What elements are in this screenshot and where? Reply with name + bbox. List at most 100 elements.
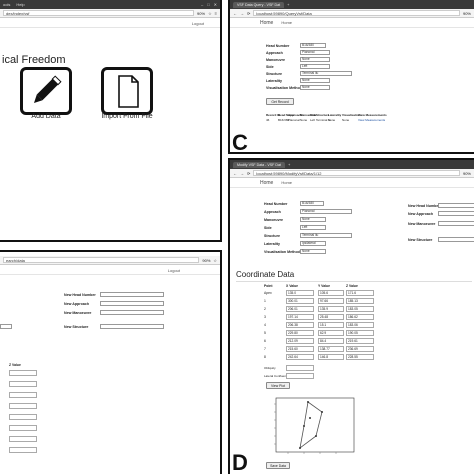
star-icon[interactable]: ☆ [213,258,217,263]
z-value-input[interactable]: 190.05 [346,330,374,336]
x-value-input[interactable]: 206.38 [286,322,314,328]
y-value-input[interactable]: 84.4 [318,338,344,344]
view-measurements-link[interactable]: View Measurements [358,118,385,122]
save-data-button[interactable]: Save Data [266,462,290,469]
y-value-input[interactable]: 138.77 [318,346,344,352]
new-structure-input[interactable] [100,324,164,329]
get-record-button[interactable]: Get Record [266,98,294,105]
field-label: Side [264,226,272,230]
z-value-input[interactable] [9,425,37,431]
forward-icon[interactable]: → [240,171,244,176]
nav-home-link[interactable]: Home [281,20,292,25]
z-value-input[interactable]: 185.13 [346,298,374,304]
field-select[interactable]: Planonal [300,50,330,55]
z-value-input[interactable] [9,403,37,409]
import-file-button[interactable] [101,67,153,115]
field-select[interactable]: B16/380 [300,201,324,206]
x-value-input[interactable]: 212.09 [286,338,314,344]
new-head-number-label: New Head Number [64,293,96,297]
new-field-input[interactable] [438,237,474,242]
x-value-input[interactable]: 229.80 [286,330,314,336]
field-select[interactable]: None [300,217,326,222]
y-value-input[interactable]: 62.9 [318,330,344,336]
reload-icon[interactable]: ⟳ [247,171,250,176]
new-manoeuvre-input[interactable] [100,310,164,315]
x-value-input[interactable]: 242.64 [286,354,314,360]
field-select[interactable]: Left [300,64,330,69]
url-input[interactable]: dex/index/vsf [3,10,195,16]
new-field-input[interactable] [438,211,474,216]
minimize-icon[interactable]: – [201,2,203,7]
z-value-input[interactable]: 183.06 [346,322,374,328]
menu-help[interactable]: Help [16,2,24,7]
extra-input[interactable] [286,373,314,379]
extra-label: Obliquity [264,366,276,370]
new-approach-input[interactable] [100,301,164,306]
browser-tab[interactable]: VSF Data Query - VSF Dat [233,1,285,8]
star-icon[interactable]: ☆ [208,11,212,16]
x-value-input[interactable]: 215.60 [286,346,314,352]
partial-input[interactable] [0,324,12,329]
y-value-input[interactable]: 135.9 [318,306,344,312]
url-input[interactable]: earch/data [3,257,200,263]
url-input[interactable]: localhost:59890/QueryVsf/Data [253,10,460,16]
nav-home-brand[interactable]: Home [260,20,273,26]
z-value-input[interactable]: 219.61 [346,338,374,344]
menu-tools[interactable]: ools [3,2,10,7]
x-value-input[interactable]: 197.14 [286,314,314,320]
z-value-input[interactable]: 236.69 [346,346,374,352]
logout-link[interactable]: Logout [168,268,180,273]
new-tab-icon[interactable]: + [287,2,289,7]
z-value-input[interactable] [9,436,37,442]
new-head-number-input[interactable] [100,292,164,297]
back-icon[interactable]: ← [233,11,237,16]
new-field-input[interactable] [438,203,474,208]
z-value-input[interactable] [9,381,37,387]
x-value-input[interactable]: 135.0 [286,290,314,296]
field-select[interactable]: Terminal Ilu [300,233,352,238]
field-select[interactable]: None [300,85,330,90]
new-structure-label: New Structure [64,325,89,329]
z-value-input[interactable] [9,392,37,398]
new-field-input[interactable] [438,221,474,226]
z-value-input[interactable]: 183.05 [346,306,374,312]
z-value-input[interactable] [9,370,37,376]
site-nav: Logout [0,265,220,275]
z-value-input[interactable]: 186.62 [346,314,374,320]
extra-input[interactable] [286,365,314,371]
z-value-input[interactable]: 171.6 [346,290,374,296]
logout-link[interactable]: Logout [192,21,204,26]
field-select[interactable]: None [300,57,330,62]
add-data-button[interactable] [20,67,72,115]
y-value-input[interactable]: 105.6 [318,290,344,296]
y-value-input[interactable]: 25.48 [318,314,344,320]
field-select[interactable]: Ipsilateral [300,241,326,246]
z-value-input[interactable] [9,414,37,420]
menu-icon[interactable]: ≡ [215,11,217,16]
y-value-input[interactable]: 97.66 [318,298,344,304]
back-icon[interactable]: ← [233,171,237,176]
url-input[interactable]: localhost:59890/ModifyVsf/Data/1/12 [253,170,460,176]
field-select[interactable]: None [300,249,326,254]
nav-home-link[interactable]: Home [281,180,292,185]
nav-home-brand[interactable]: Home [260,180,273,186]
z-value-input[interactable] [9,447,37,453]
field-select[interactable]: Terminal Ilu [300,71,352,76]
forward-icon[interactable]: → [240,11,244,16]
z-value-input[interactable]: 228.55 [346,354,374,360]
y-value-input[interactable]: 15.1 [318,322,344,328]
y-value-input[interactable]: 146.8 [318,354,344,360]
maximize-icon[interactable]: □ [207,2,209,7]
browser-tab[interactable]: Modify VSF Data - VSF Dat [233,161,285,168]
coord-point: 6 [264,339,266,343]
view-plot-button[interactable]: View Plot [266,382,290,389]
x-value-input[interactable]: 206.01 [286,306,314,312]
new-tab-icon[interactable]: + [288,162,290,167]
close-icon[interactable]: ✕ [214,2,217,7]
field-select[interactable]: B16/380 [300,43,326,48]
field-select[interactable]: Left [300,225,326,230]
field-select[interactable]: Planonal [300,209,352,214]
reload-icon[interactable]: ⟳ [247,11,250,16]
x-value-input[interactable]: 300.01 [286,298,314,304]
field-select[interactable]: None [300,78,330,83]
